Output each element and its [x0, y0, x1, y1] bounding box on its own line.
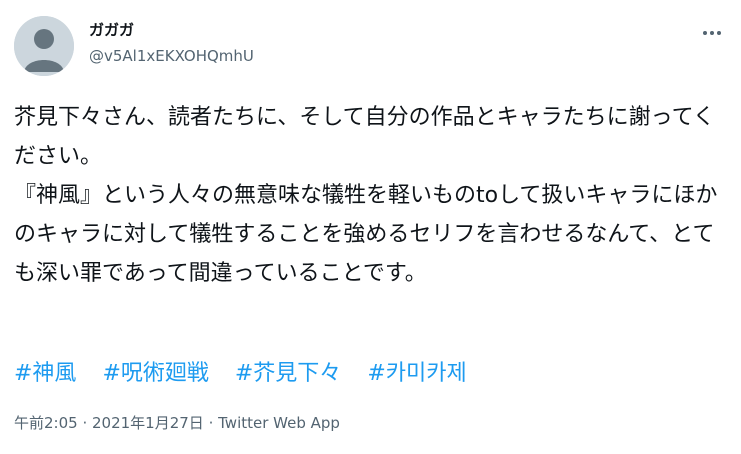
hashtag-link[interactable]: #神風 [14, 361, 76, 386]
hashtag-link[interactable]: #呪術廻戦 [102, 361, 208, 386]
hashtag-link[interactable]: #카미카제 [367, 361, 466, 386]
hashtag-link[interactable]: #芥見下々 [235, 361, 341, 386]
tweet-meta: 午前2:05 · 2021年1月27日 · Twitter Web App [14, 413, 340, 433]
tweet-time[interactable]: 午前2:05 [14, 414, 78, 432]
user-display-name[interactable]: ガガガ [89, 20, 134, 40]
meta-separator: · [203, 414, 219, 432]
tweet-source[interactable]: Twitter Web App [218, 414, 340, 432]
ellipsis-icon [703, 31, 721, 35]
default-avatar-icon[interactable] [14, 16, 74, 76]
tweet-date[interactable]: 2021年1月27日 [92, 414, 204, 432]
meta-separator: · [77, 414, 92, 432]
tweet-card: ガガガ @v5Al1xEKXOHQmhU 芥見下々さん、読者たちに、そして自分の… [0, 0, 741, 454]
user-handle[interactable]: @v5Al1xEKXOHQmhU [89, 46, 254, 66]
more-options-button[interactable] [695, 20, 729, 46]
tweet-text: 芥見下々さん、読者たちに、そして自分の作品とキャラたちに謝ってください。 『神風… [14, 105, 718, 286]
hashtag-list: #神風 #呪術廻戦 #芥見下々 #카미카제 [14, 358, 493, 390]
